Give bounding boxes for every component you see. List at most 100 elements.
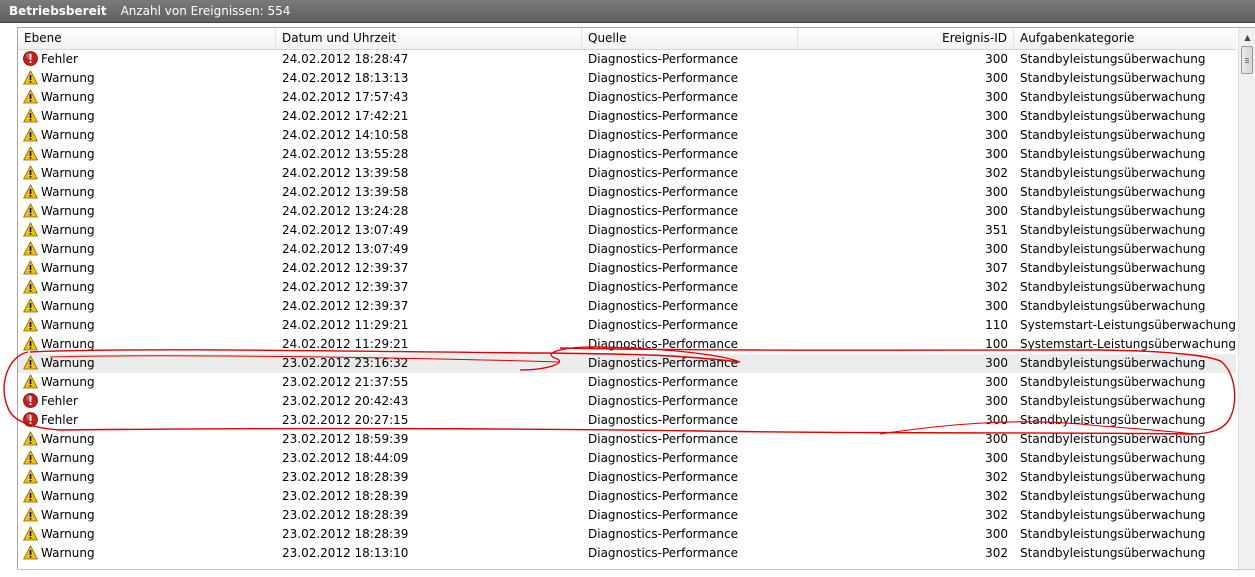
cell-datetime: 24.02.2012 13:55:28 [282,147,409,161]
event-list[interactable]: Ebene Datum und Uhrzeit Quelle Ereignis-… [17,27,1255,570]
table-row[interactable]: Warnung 23.02.2012 21:37:55 Diagnostics-Pe… [18,373,1236,392]
warning-icon [23,184,38,199]
cell-event-id: 110 [985,318,1008,332]
table-row[interactable]: Warnung 24.02.2012 13:39:58 Diagnostics-Pe… [18,183,1236,202]
table-row[interactable]: Warnung 24.02.2012 12:39:37 Diagnostics-Pe… [18,278,1236,297]
cell-event-id: 300 [985,90,1008,104]
cell-source: Diagnostics-Performance [588,71,739,85]
level-text: Fehler [41,52,78,66]
warning-icon [23,545,38,560]
table-row[interactable]: Warnung 23.02.2012 23:16:32 Diagnostics-Pe… [18,354,1236,373]
warning-icon [23,355,38,370]
table-row[interactable]: Warnung 24.02.2012 12:39:37 Diagnostics-Pe… [18,259,1236,278]
cell-event-id: 302 [985,546,1008,560]
table-row[interactable]: Warnung 24.02.2012 17:57:43 Diagnostics-Pe… [18,88,1236,107]
table-row[interactable]: Warnung 24.02.2012 11:29:21 Diagnostics-Pe… [18,335,1236,354]
table-row[interactable]: Warnung 23.02.2012 18:28:39 Diagnostics-Pe… [18,468,1236,487]
table-row[interactable]: Warnung 24.02.2012 13:39:58 Diagnostics-Pe… [18,164,1236,183]
cell-category: Systemstart-Leistungsüberwachung [1020,318,1235,332]
table-row[interactable]: Warnung 24.02.2012 12:39:37 Diagnostics-Pe… [18,297,1236,316]
cell-datetime: 24.02.2012 12:39:37 [282,261,409,275]
level-text: Warnung [41,546,95,560]
cell-category: Standbyleistungsüberwachung [1020,166,1206,180]
table-row[interactable]: Warnung 24.02.2012 13:07:49 Diagnostics-Pe… [18,221,1236,240]
cell-datetime: 23.02.2012 18:44:09 [282,451,409,465]
cell-source: Diagnostics-Performance [588,90,739,104]
cell-event-id: 300 [985,128,1008,142]
cell-datetime: 24.02.2012 11:29:21 [282,337,409,351]
table-row[interactable]: Fehler 23.02.2012 20:27:15 Diagnostics-Per… [18,411,1236,430]
column-header-datetime[interactable]: Datum und Uhrzeit [276,28,582,49]
cell-event-id: 300 [985,242,1008,256]
cell-category: Standbyleistungsüberwachung [1020,223,1206,237]
level-text: Warnung [41,71,95,85]
cell-datetime: 23.02.2012 21:37:55 [282,375,409,389]
warning-icon [23,298,38,313]
error-icon [23,51,38,66]
status-text: Betriebsbereit [9,4,107,18]
cell-datetime: 24.02.2012 14:10:58 [282,128,409,142]
cell-source: Diagnostics-Performance [588,527,739,541]
table-row[interactable]: Fehler 24.02.2012 18:28:47 Diagnostics-Per… [18,50,1236,69]
table-row[interactable]: Warnung 24.02.2012 14:10:58 Diagnostics-Pe… [18,126,1236,145]
warning-icon [23,146,38,161]
table-row[interactable]: Warnung 23.02.2012 18:44:09 Diagnostics-Pe… [18,449,1236,468]
table-row[interactable]: Warnung 24.02.2012 17:42:21 Diagnostics-Pe… [18,107,1236,126]
cell-datetime: 23.02.2012 18:13:10 [282,546,409,560]
cell-category: Standbyleistungsüberwachung [1020,109,1206,123]
level-text: Warnung [41,470,95,484]
table-row[interactable]: Warnung 23.02.2012 18:28:39 Diagnostics-Pe… [18,506,1236,525]
column-header-level[interactable]: Ebene [18,28,276,49]
cell-event-id: 100 [985,337,1008,351]
cell-datetime: 23.02.2012 20:27:15 [282,413,409,427]
cell-source: Diagnostics-Performance [588,337,739,351]
table-row[interactable]: Warnung 24.02.2012 11:29:21 Diagnostics-Pe… [18,316,1236,335]
cell-level: Warnung [23,240,273,259]
scroll-up-arrow-icon[interactable]: ▲ [1240,29,1255,45]
table-row[interactable]: Warnung 24.02.2012 13:24:28 Diagnostics-Pe… [18,202,1236,221]
cell-source: Diagnostics-Performance [588,413,739,427]
cell-level: Warnung [23,487,273,506]
cell-datetime: 24.02.2012 12:39:37 [282,299,409,313]
cell-source: Diagnostics-Performance [588,147,739,161]
cell-level: Warnung [23,430,273,449]
level-text: Warnung [41,337,95,351]
table-row[interactable]: Warnung 24.02.2012 18:13:13 Diagnostics-Pe… [18,69,1236,88]
cell-datetime: 23.02.2012 18:28:39 [282,508,409,522]
scroll-thumb[interactable] [1241,46,1253,74]
cell-source: Diagnostics-Performance [588,52,739,66]
cell-level: Fehler [23,411,273,430]
cell-level: Warnung [23,221,273,240]
cell-event-id: 300 [985,204,1008,218]
warning-icon [23,526,38,541]
level-text: Warnung [41,128,95,142]
cell-level: Warnung [23,183,273,202]
table-row[interactable]: Warnung 23.02.2012 18:28:39 Diagnostics-Pe… [18,487,1236,506]
cell-source: Diagnostics-Performance [588,451,739,465]
table-row[interactable]: Warnung 24.02.2012 13:07:49 Diagnostics-Pe… [18,240,1236,259]
level-text: Warnung [41,261,95,275]
cell-category: Standbyleistungsüberwachung [1020,261,1206,275]
column-header-category[interactable]: Aufgabenkategorie [1014,28,1236,49]
column-header-source[interactable]: Quelle [582,28,798,49]
cell-source: Diagnostics-Performance [588,185,739,199]
warning-icon [23,260,38,275]
table-row[interactable]: Warnung 23.02.2012 18:28:39 Diagnostics-Pe… [18,525,1236,544]
event-count: Anzahl von Ereignissen: 554 [120,4,291,18]
cell-datetime: 24.02.2012 13:39:58 [282,185,409,199]
cell-event-id: 302 [985,470,1008,484]
table-row[interactable]: Warnung 24.02.2012 13:55:28 Diagnostics-Pe… [18,145,1236,164]
table-row[interactable]: Warnung 23.02.2012 18:13:10 Diagnostics-Pe… [18,544,1236,563]
level-text: Warnung [41,489,95,503]
vertical-scrollbar[interactable]: ▲ [1238,28,1255,569]
level-text: Warnung [41,147,95,161]
cell-category: Standbyleistungsüberwachung [1020,508,1206,522]
cell-category: Standbyleistungsüberwachung [1020,489,1206,503]
cell-level: Warnung [23,506,273,525]
cell-level: Warnung [23,373,273,392]
warning-icon [23,431,38,446]
column-header-event-id[interactable]: Ereignis-ID [798,28,1014,49]
table-row[interactable]: Fehler 23.02.2012 20:42:43 Diagnostics-Per… [18,392,1236,411]
cell-category: Standbyleistungsüberwachung [1020,451,1206,465]
table-row[interactable]: Warnung 23.02.2012 18:59:39 Diagnostics-Pe… [18,430,1236,449]
